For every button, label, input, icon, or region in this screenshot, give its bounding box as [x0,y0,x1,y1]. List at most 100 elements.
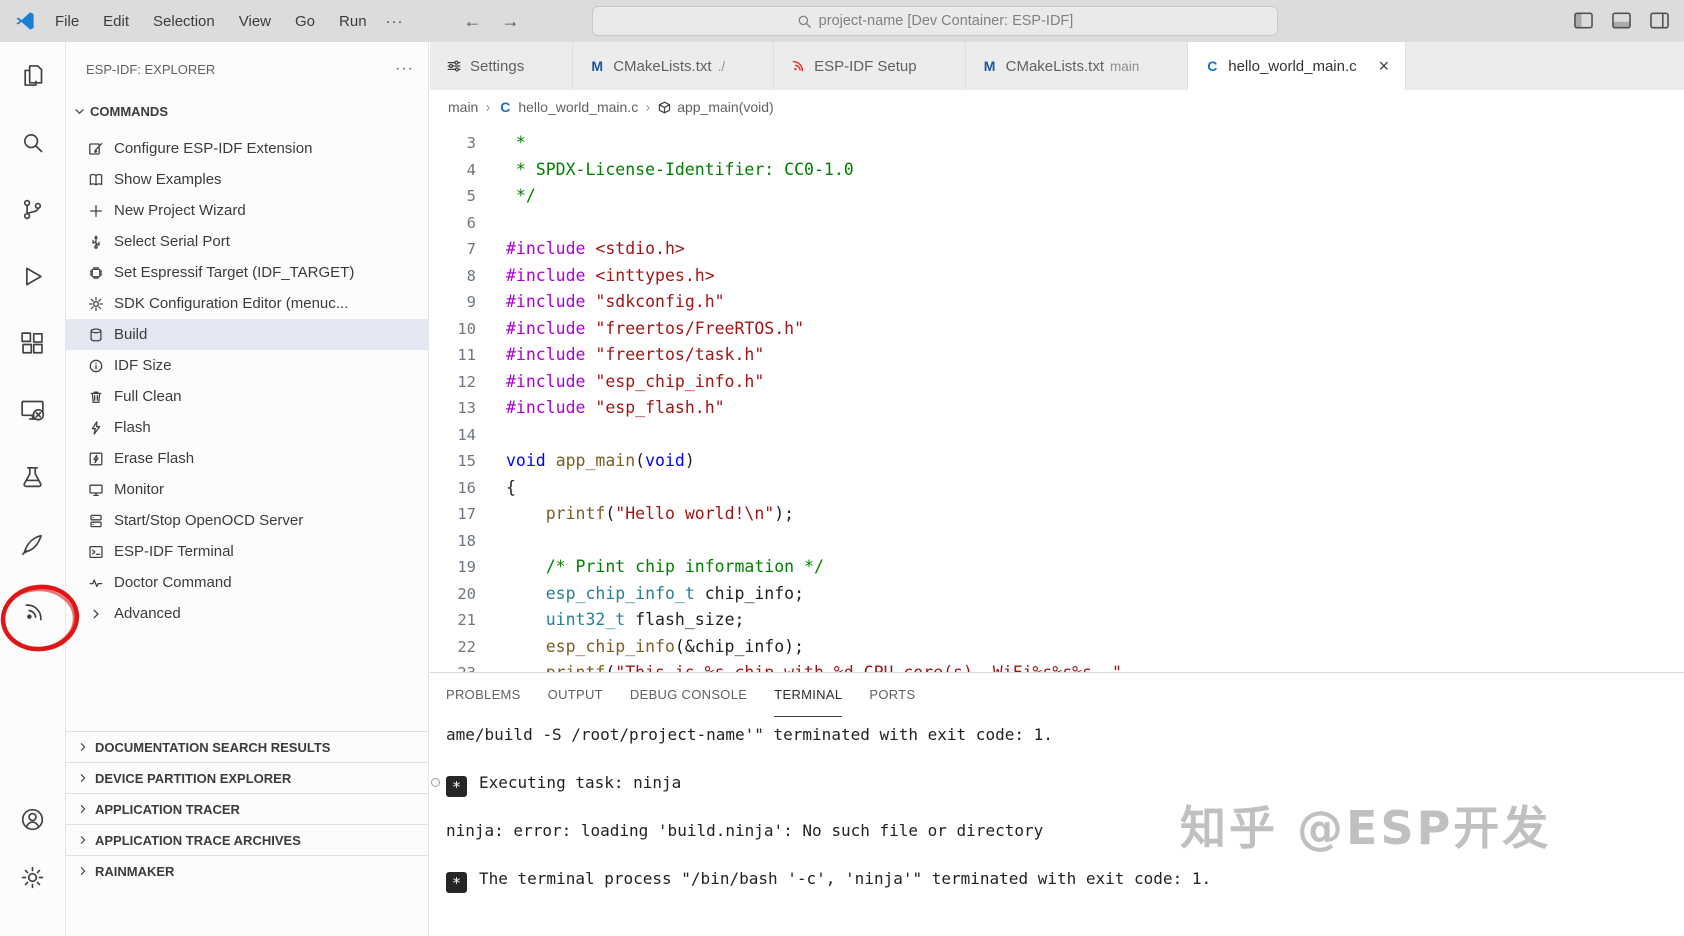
menu-go[interactable]: Go [284,9,326,34]
command-item-doctor-command[interactable]: Doctor Command [66,567,428,598]
toggle-sidebar-icon[interactable] [1573,10,1594,31]
tab-close-button[interactable]: × [1379,56,1390,77]
code-editor[interactable]: 3 * 4 * SPDX-License-Identifier: CC0-1.0 5… [430,124,1684,672]
command-center-search[interactable]: project-name [Dev Container: ESP-IDF] [592,6,1278,36]
activity-explorer-button[interactable] [0,42,65,109]
menu-file[interactable]: File [44,9,90,34]
command-item-esp-idf-terminal[interactable]: ESP-IDF Terminal [66,536,428,567]
command-item-flash[interactable]: Flash [66,412,428,443]
command-item-build[interactable]: Build [66,319,428,350]
sidebar-more-actions-button[interactable]: ··· [395,60,414,78]
code-line[interactable]: 7 #include <stdio.h> [430,236,1684,263]
section-application-trace-archives[interactable]: APPLICATION TRACE ARCHIVES [66,824,428,855]
extensions-icon [19,330,46,357]
activity-run-debug-button[interactable] [0,243,65,310]
settings-sliders-icon [446,58,462,74]
command-item-idf-size[interactable]: IDF Size [66,350,428,381]
panel-tab-terminal[interactable]: TERMINAL [774,673,843,717]
commands-section-header[interactable]: COMMANDS [72,104,168,119]
activity-quill-button[interactable] [0,511,65,578]
code-line[interactable]: 5 */ [430,183,1684,210]
section-application-tracer[interactable]: APPLICATION TRACER [66,793,428,824]
code-line[interactable]: 11 #include "freertos/task.h" [430,342,1684,369]
activity-account-button[interactable] [0,790,65,848]
code-line[interactable]: 17 printf("Hello world!\n"); [430,501,1684,528]
code-line[interactable]: 13 #include "esp_flash.h" [430,395,1684,422]
layout-controls [1573,10,1670,31]
code-line[interactable]: 10 #include "freertos/FreeRTOS.h" [430,316,1684,343]
breadcrumb-item-app-main-void[interactable]: app_main(void) [657,99,774,115]
tab-cmakelists-txt[interactable]: M CMakeLists.txt ./ [573,42,775,90]
breadcrumb-item-hello-world-main-c[interactable]: Chello_world_main.c [497,99,638,115]
menu-run[interactable]: Run [328,9,378,34]
command-item-erase-flash[interactable]: Erase Flash [66,443,428,474]
serial-port-icon [88,234,104,250]
code-line[interactable]: 12 #include "esp_chip_info.h" [430,369,1684,396]
command-item-full-clean[interactable]: Full Clean [66,381,428,412]
forward-button[interactable]: → [502,11,520,32]
code-text: /* Print chip information */ [545,557,824,576]
section-label: DOCUMENTATION SEARCH RESULTS [95,739,331,755]
code-line[interactable]: 16 { [430,475,1684,502]
code-line[interactable]: 3 * [430,130,1684,157]
menu-edit[interactable]: Edit [92,9,140,34]
activity-remote-explorer-button[interactable] [0,377,65,444]
menu-view[interactable]: View [228,9,282,34]
terminal-output[interactable]: ame/build -S /root/project-name'" termin… [430,717,1684,893]
code-line[interactable]: 19 /* Print chip information */ [430,554,1684,581]
code-line[interactable]: 21 uint32_t flash_size; [430,607,1684,634]
code-line[interactable]: 6 [430,210,1684,237]
command-item-set-espressif-target-idf-target[interactable]: Set Espressif Target (IDF_TARGET) [66,257,428,288]
activity-test-flask-button[interactable] [0,444,65,511]
tab-esp-idf-setup[interactable]: ESP-IDF Setup [774,42,966,90]
command-item-new-project-wizard[interactable]: New Project Wizard [66,195,428,226]
command-item-select-serial-port[interactable]: Select Serial Port [66,226,428,257]
tab-settings[interactable]: Settings [430,42,574,90]
command-item-configure-esp-idf-extension[interactable]: Configure ESP-IDF Extension [66,133,428,164]
command-label: Doctor Command [114,574,232,591]
section-documentation-search-results[interactable]: DOCUMENTATION SEARCH RESULTS [66,731,428,762]
command-item-start-stop-openocd-server[interactable]: Start/Stop OpenOCD Server [66,505,428,536]
command-item-monitor[interactable]: Monitor [66,474,428,505]
code-text: esp_chip_info(&chip_info); [545,636,805,656]
back-button[interactable]: ← [464,11,482,32]
line-number: 7 [466,240,476,258]
command-label: Erase Flash [114,450,195,467]
command-decoration-circle[interactable] [431,778,440,787]
section-rainmaker[interactable]: RAINMAKER [66,855,428,886]
command-item-sdk-configuration-editor-menuc[interactable]: SDK Configuration Editor (menuc... [66,288,428,319]
activity-esp-idf-button[interactable] [0,578,65,645]
activity-source-control-button[interactable] [0,176,65,243]
code-line[interactable]: 18 [430,528,1684,555]
panel-tab-debug-console[interactable]: DEBUG CONSOLE [630,673,747,717]
breadcrumb-item-main[interactable]: main [448,99,478,115]
code-line[interactable]: 14 [430,422,1684,449]
panel-tab-ports[interactable]: PORTS [869,673,915,717]
activity-search-button[interactable] [0,109,65,176]
code-line[interactable]: 20 esp_chip_info_t chip_info; [430,581,1684,608]
openocd-server-icon [88,513,104,529]
menu-overflow-button[interactable]: ··· [378,9,412,34]
toggle-secondary-sidebar-icon[interactable] [1649,10,1670,31]
code-line[interactable]: 22 esp_chip_info(&chip_info); [430,634,1684,661]
command-item-advanced[interactable]: Advanced [66,598,428,629]
command-item-show-examples[interactable]: Show Examples [66,164,428,195]
section-device-partition-explorer[interactable]: DEVICE PARTITION EXPLORER [66,762,428,793]
code-line[interactable]: 9 #include "sdkconfig.h" [430,289,1684,316]
panel-tab-output[interactable]: OUTPUT [548,673,603,717]
menu-selection[interactable]: Selection [142,9,226,34]
activity-extensions-button[interactable] [0,310,65,377]
code-line[interactable]: 4 * SPDX-License-Identifier: CC0-1.0 [430,157,1684,184]
breadcrumb-label: main [448,99,479,115]
tab-hello-world-main-c[interactable]: Chello_world_main.c × [1188,42,1407,90]
code-line[interactable]: 15 void app_main(void) [430,448,1684,475]
toggle-panel-icon[interactable] [1611,10,1632,31]
code-line[interactable]: 8 #include <inttypes.h> [430,263,1684,290]
tab-cmakelists-txt-main[interactable]: M CMakeLists.txt main [965,42,1189,90]
panel-tab-problems[interactable]: PROBLEMS [446,673,521,717]
sidebar: ESP-IDF: EXPLORER ··· COMMANDS Configure… [66,42,429,936]
settings-gear-icon [19,864,46,891]
code-line[interactable]: 23 printf("This is %s chip with %d CPU c… [430,660,1684,672]
activity-settings-gear-button[interactable] [0,848,65,906]
line-number: 23 [430,660,476,672]
